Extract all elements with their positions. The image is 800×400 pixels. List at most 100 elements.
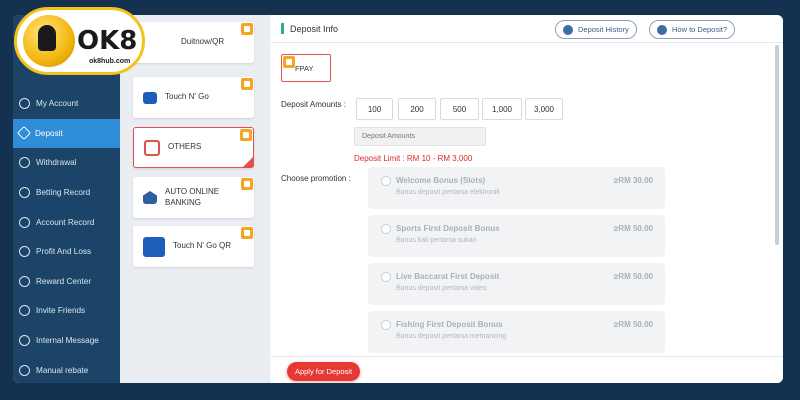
sidebar-item-deposit[interactable]: Deposit bbox=[13, 118, 120, 149]
how-to-deposit-label: How to Deposit? bbox=[672, 25, 728, 34]
promotion-option[interactable]: Welcome Bonus (Slots) Bonus deposit pert… bbox=[368, 167, 665, 209]
betting-record-icon bbox=[19, 187, 30, 199]
promotion-name: Live Baccarat First Deposit bbox=[396, 272, 500, 281]
sidebar-item-label: Internal Message bbox=[36, 336, 99, 346]
promotion-option[interactable]: Fishing First Deposit Bonus Bonus deposi… bbox=[368, 311, 665, 353]
sidebar-item-label: Reward Center bbox=[36, 276, 92, 286]
sidebar-item-manual-rebate[interactable]: Manual rebate bbox=[13, 355, 120, 383]
amount-option[interactable]: 500 bbox=[440, 98, 479, 120]
radio-button[interactable] bbox=[381, 224, 391, 234]
deposit-limit-text: Deposit Limit : RM 10 - RM 3,000 bbox=[354, 154, 473, 163]
sidebar-item-invite-friends[interactable]: Invite Friends bbox=[13, 296, 120, 326]
deposit-icon bbox=[16, 126, 32, 141]
info-icon bbox=[657, 24, 667, 35]
sidebar-item-label: Account Record bbox=[36, 217, 95, 227]
promotion-desc: Bonus deposit pertama elektronik bbox=[396, 189, 500, 196]
account-icon bbox=[19, 98, 30, 110]
history-icon bbox=[563, 24, 573, 35]
hot-badge-icon bbox=[241, 23, 253, 35]
hot-badge-icon bbox=[241, 178, 253, 190]
sidebar-item-label: Withdrawal bbox=[36, 158, 77, 168]
how-to-deposit-button[interactable]: How to Deposit? bbox=[649, 20, 736, 39]
promotion-option[interactable]: Sports First Deposit Bonus Bonus kali pe… bbox=[368, 215, 665, 257]
promotion-amount: ≥RM 50.00 bbox=[613, 320, 653, 329]
sidebar-item-reward-center[interactable]: Reward Center bbox=[13, 267, 120, 297]
deposit-amount-input[interactable] bbox=[354, 127, 486, 146]
promotion-amount: ≥RM 50.00 bbox=[613, 224, 653, 233]
sidebar-item-profit-loss[interactable]: Profit And Loss bbox=[13, 237, 120, 267]
method-label: OTHERS bbox=[168, 142, 202, 152]
promotion-option[interactable]: Live Baccarat First Deposit Bonus deposi… bbox=[368, 263, 665, 305]
radio-button[interactable] bbox=[381, 176, 391, 186]
method-auto-online-banking[interactable]: AUTO ONLINE BANKING bbox=[133, 177, 254, 218]
promotion-desc: Bonus kali pertama sukan bbox=[396, 237, 477, 244]
hot-badge-icon bbox=[240, 129, 252, 141]
logo-text: OK8 bbox=[77, 26, 138, 56]
brand-logo[interactable]: OK8 ok8hub.com bbox=[14, 7, 145, 75]
channel-label: FPAY bbox=[295, 63, 314, 73]
sidebar-item-label: Invite Friends bbox=[36, 306, 86, 316]
tng-logo-icon bbox=[143, 236, 165, 257]
deposit-history-label: Deposit History bbox=[578, 25, 629, 34]
promotion-name: Fishing First Deposit Bonus bbox=[396, 320, 503, 329]
sidebar-item-label: Manual rebate bbox=[36, 365, 89, 375]
app-window: My Account Deposit Withdrawal Betting Re… bbox=[13, 15, 783, 383]
thumbs-up-icon bbox=[23, 15, 75, 67]
amount-option[interactable]: 200 bbox=[398, 98, 436, 120]
sidebar-item-account-record[interactable]: Account Record bbox=[13, 207, 120, 237]
page-title: Deposit Info bbox=[290, 23, 339, 34]
amount-option[interactable]: 1,000 bbox=[482, 98, 522, 120]
promotion-desc: Bonus deposit pertama memancing bbox=[396, 333, 507, 340]
tng-logo-icon bbox=[143, 91, 157, 104]
panel-footer: Apply for Deposit bbox=[271, 356, 783, 383]
invite-icon bbox=[19, 305, 30, 317]
amount-option[interactable]: 3,000 bbox=[525, 98, 563, 120]
sidebar-item-label: My Account bbox=[36, 99, 79, 109]
sidebar-nav: My Account Deposit Withdrawal Betting Re… bbox=[13, 89, 120, 383]
sidebar-item-my-account[interactable]: My Account bbox=[13, 89, 120, 119]
method-label: AUTO ONLINE BANKING bbox=[165, 186, 220, 207]
promotion-amount: ≥RM 50.00 bbox=[613, 272, 653, 281]
payment-methods: Duitnow/QR Touch N' Go OTHERS AUTO ONLIN… bbox=[120, 15, 270, 383]
reward-icon bbox=[19, 275, 30, 287]
choose-promotion-label: Choose promotion : bbox=[281, 174, 351, 183]
title-accent bbox=[281, 23, 284, 34]
withdrawal-icon bbox=[19, 157, 30, 169]
method-touch-n-go[interactable]: Touch N' Go bbox=[133, 77, 254, 118]
apply-for-deposit-button[interactable]: Apply for Deposit bbox=[287, 362, 360, 381]
sidebar-item-betting-record[interactable]: Betting Record bbox=[13, 178, 120, 208]
deposit-amounts-label: Deposit Amounts : bbox=[281, 100, 346, 109]
rebate-icon bbox=[19, 364, 30, 376]
method-label: Duitnow/QR bbox=[181, 37, 225, 47]
promotion-desc: Bonus deposit pertama video bbox=[396, 285, 487, 292]
promotion-amount: ≥RM 30.00 bbox=[613, 176, 653, 185]
deposit-history-button[interactable]: Deposit History bbox=[555, 20, 637, 39]
radio-button[interactable] bbox=[381, 272, 391, 282]
channel-fpay[interactable]: FPAY bbox=[281, 54, 331, 82]
method-label: Touch N' Go QR bbox=[173, 241, 231, 251]
hot-badge-icon bbox=[283, 56, 295, 68]
method-touch-n-go-qr[interactable]: Touch N' Go QR bbox=[133, 226, 254, 267]
sidebar-item-internal-message[interactable]: Internal Message bbox=[13, 326, 120, 356]
logo-subtext: ok8hub.com bbox=[89, 58, 131, 65]
profit-loss-icon bbox=[19, 246, 30, 258]
method-others[interactable]: OTHERS bbox=[133, 127, 254, 168]
sidebar-item-withdrawal[interactable]: Withdrawal bbox=[13, 148, 120, 178]
qr-icon bbox=[144, 139, 160, 156]
radio-button[interactable] bbox=[381, 320, 391, 330]
promotion-name: Sports First Deposit Bonus bbox=[396, 224, 500, 233]
message-icon bbox=[19, 335, 30, 347]
selected-corner-icon bbox=[243, 157, 253, 167]
account-record-icon bbox=[19, 216, 30, 228]
bank-icon bbox=[143, 191, 157, 204]
method-label: Touch N' Go bbox=[165, 92, 209, 102]
sidebar-item-label: Betting Record bbox=[36, 188, 91, 198]
scrollbar[interactable] bbox=[775, 45, 779, 245]
amount-option[interactable]: 100 bbox=[356, 98, 393, 120]
deposit-panel: Deposit Info Deposit History How to Depo… bbox=[271, 15, 783, 383]
sidebar-item-label: Profit And Loss bbox=[36, 247, 92, 257]
promotion-name: Welcome Bonus (Slots) bbox=[396, 176, 486, 185]
hot-badge-icon bbox=[241, 78, 253, 90]
method-duitnow-qr[interactable]: Duitnow/QR bbox=[133, 22, 254, 63]
sidebar-item-label: Deposit bbox=[35, 128, 63, 138]
